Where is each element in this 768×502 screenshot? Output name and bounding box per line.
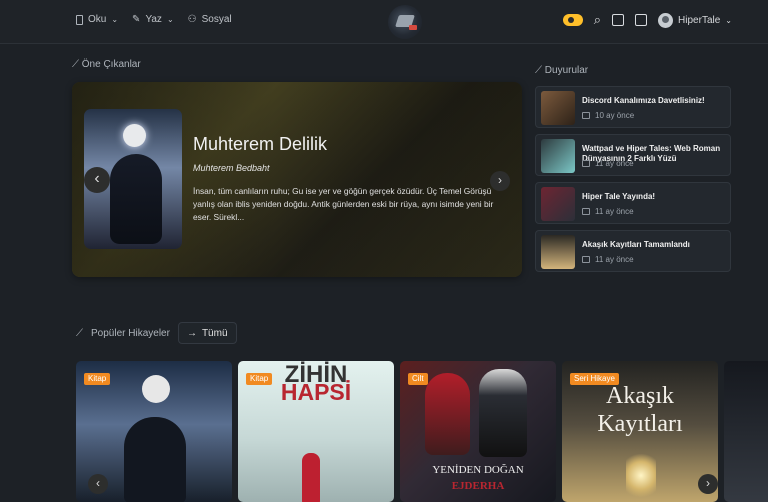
calendar-icon (582, 256, 590, 263)
announcement-thumbnail (541, 91, 575, 125)
chevron-down-icon: ⌄ (166, 15, 174, 24)
featured-carousel[interactable]: Muhterem Delilik Muhterem Bedbaht İnsan,… (72, 82, 522, 277)
announcement-title[interactable]: Hiper Tale Yayında! (582, 192, 727, 202)
nav-sosyal-label: Sosyal (201, 14, 232, 25)
all-stories-label: Tümü (201, 327, 228, 339)
cover-title-main: HAPSİ (280, 379, 352, 405)
announcement-date: 11 ay önce (582, 159, 634, 168)
cover-title-top: YENİDEN DOĞAN (432, 464, 524, 476)
announcement-title[interactable]: Discord Kanalımıza Davetlisiniz! (582, 96, 727, 106)
story-badge: Kitap (246, 373, 273, 385)
red-haired-figure-illustration (425, 373, 470, 455)
nav-oku[interactable]: Oku ⌄ (76, 14, 118, 25)
announcement-thumbnail (541, 187, 575, 221)
carousel-next-button[interactable]: › (490, 171, 510, 191)
announcement-date: 11 ay önce (582, 207, 634, 216)
story-card[interactable]: Kitap ‹ (76, 361, 232, 502)
avatar (658, 12, 674, 28)
all-stories-button[interactable]: → Tümü (177, 322, 237, 344)
calendar-icon (582, 160, 590, 167)
site-logo[interactable] (388, 5, 422, 39)
book-icon (76, 14, 83, 25)
story-badge: Kitap (84, 373, 111, 385)
featured-description: İnsan, tüm canlıların ruhu; Gu ise yer v… (193, 186, 494, 222)
figure-illustration (124, 417, 186, 502)
story-card[interactable]: Kitap ZİHİN HAPSİ (238, 361, 394, 502)
announcements-section-title: ⟋ Duyurular (535, 65, 588, 76)
announcements-list: Discord Kanalımıza Davetlisiniz! 10 ay ö… (535, 86, 731, 278)
chevron-down-icon: ⌄ (725, 15, 732, 25)
figure-illustration (110, 154, 162, 244)
announcement-title[interactable]: Akaşık Kayıtları Tamamlandı (582, 240, 727, 250)
popular-stories-header: ⟋ Popüler Hikayeler → Tümü (76, 322, 237, 344)
calendar-icon (582, 208, 590, 215)
announcements-title-text: Duyurular (544, 65, 589, 76)
moon-illustration (123, 124, 146, 147)
nav-yaz[interactable]: ✎ Yaz ⌄ (132, 14, 174, 25)
popular-stories-carousel[interactable]: Kitap ‹ Kitap ZİHİN HAPSİ Cilt YENİDEN D… (76, 361, 768, 502)
announcement-date: 10 ay önce (582, 111, 634, 120)
top-bar: Oku ⌄ ✎ Yaz ⌄ ⚇ Sosyal ⌕ HiperTale ⌄ (0, 0, 768, 44)
sparkle-icon: ⟋ (535, 65, 545, 76)
announcement-item[interactable]: Wattpad ve Hiper Tales: Web Roman Dünyas… (535, 134, 731, 176)
announcement-item[interactable]: Akaşık Kayıtları Tamamlandı 11 ay önce (535, 230, 731, 272)
story-card[interactable]: Seri Hikaye Akaşık Kayıtları › (562, 361, 718, 502)
chevron-down-icon: ⌄ (111, 15, 119, 24)
search-icon[interactable]: ⌕ (594, 12, 601, 28)
username: HiperTale (678, 14, 721, 26)
featured-title-text: Öne Çıkanlar (81, 59, 141, 70)
theme-toggle[interactable] (562, 14, 583, 26)
nav-sosyal[interactable]: ⚇ Sosyal (188, 14, 232, 25)
armored-figure-illustration (479, 369, 527, 457)
main-navigation: Oku ⌄ ✎ Yaz ⌄ ⚇ Sosyal (76, 14, 232, 25)
cards-next-button[interactable]: › (698, 474, 718, 494)
arrow-right-icon: → (186, 327, 197, 339)
moon-illustration (142, 375, 170, 403)
header-actions: ⌕ HiperTale ⌄ (562, 12, 732, 28)
cover-title-main: Kayıtları (597, 411, 683, 437)
featured-book-title[interactable]: Muhterem Delilik (193, 134, 327, 155)
calendar-icon (582, 112, 590, 119)
announcement-thumbnail (541, 235, 575, 269)
announcement-thumbnail (541, 139, 575, 173)
announcement-item[interactable]: Discord Kanalımıza Davetlisiniz! 10 ay ö… (535, 86, 731, 128)
announcement-date: 11 ay önce (582, 255, 634, 264)
messages-icon[interactable] (635, 14, 648, 26)
nav-yaz-label: Yaz (145, 14, 162, 25)
library-icon[interactable] (612, 14, 625, 26)
story-card[interactable]: Cilt YENİDEN DOĞAN EJDERHA (400, 361, 556, 502)
announcement-item[interactable]: Hiper Tale Yayında! 11 ay önce (535, 182, 731, 224)
popular-title: Popüler Hikayeler (91, 327, 170, 339)
users-icon: ⚇ (187, 14, 197, 25)
user-menu[interactable]: HiperTale ⌄ (658, 12, 732, 28)
cover-title-main: EJDERHA (451, 480, 505, 492)
story-badge: Cilt (408, 373, 428, 385)
carousel-prev-button[interactable]: ‹ (84, 167, 110, 193)
story-card[interactable] (724, 361, 768, 502)
cards-prev-button[interactable]: ‹ (88, 474, 108, 494)
featured-author[interactable]: Muhterem Bedbaht (193, 163, 270, 173)
figure-illustration (302, 453, 320, 502)
sparkle-icon: ⟋ (76, 327, 83, 339)
featured-section-title: ⟋ Öne Çıkanlar (72, 59, 141, 70)
pen-icon: ✎ (132, 14, 141, 25)
light-tree-illustration (626, 449, 656, 502)
sparkle-icon: ⟋ (72, 59, 82, 70)
cover-title-top: Akaşık (606, 383, 674, 409)
nav-oku-label: Oku (88, 14, 107, 25)
